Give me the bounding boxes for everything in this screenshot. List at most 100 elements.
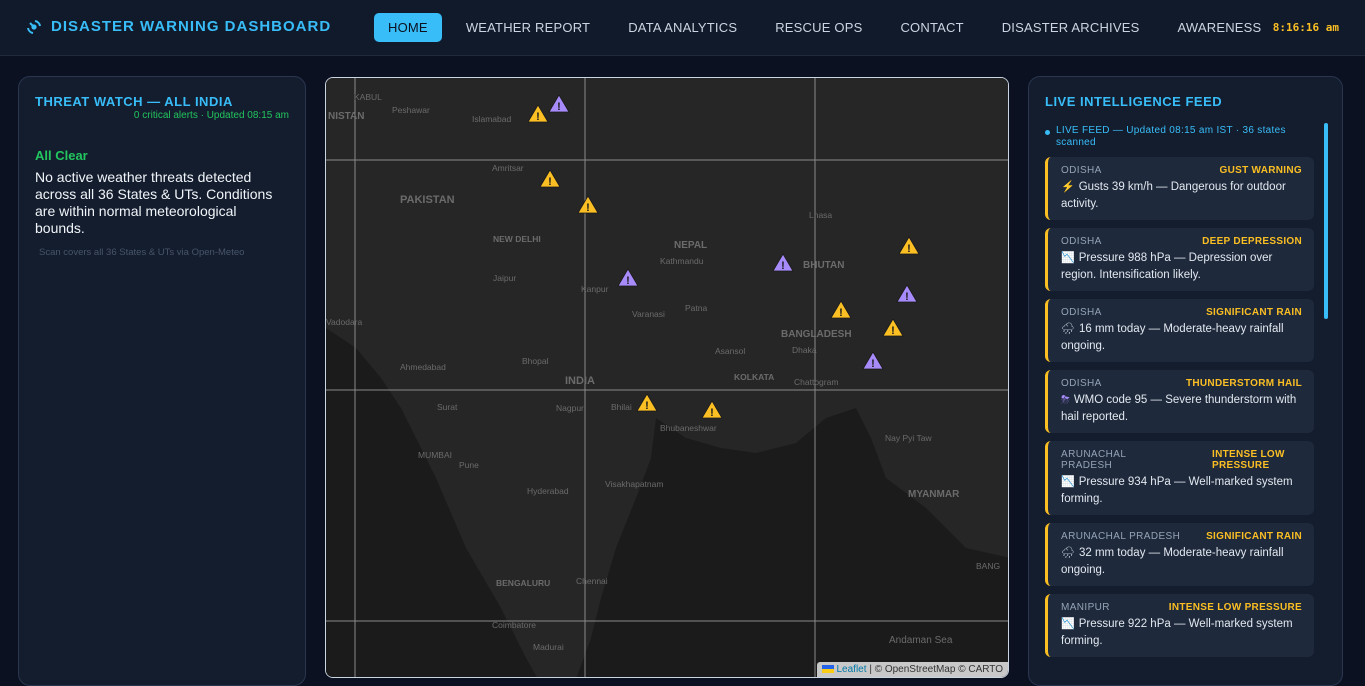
threat-watch-panel: THREAT WATCH — ALL INDIA 0 critical aler… [18, 76, 306, 686]
nav-rescue-ops[interactable]: RESCUE OPS [775, 13, 862, 42]
top-bar: DISASTER WARNING DASHBOARD HOME WEATHER … [0, 0, 1365, 56]
map-label: MYANMAR [908, 489, 960, 500]
svg-text:!: ! [781, 260, 785, 272]
feed-card[interactable]: ARUNACHAL PRADESH INTENSE LOW PRESSURE 📉 Pr… [1045, 441, 1314, 515]
live-status-text: LIVE FEED — Updated 08:15 am IST · 36 st… [1056, 125, 1286, 148]
map-canvas[interactable]: KABUL NISTAN Peshawar Islamabad Amritsar… [326, 78, 1009, 678]
feed-card-message-row: 🌧 16 mm today — Moderate-heavy rainfall o… [1061, 321, 1302, 355]
map-label: BANG [976, 561, 1000, 571]
map-label: Nagpur [556, 403, 584, 413]
leaflet-link[interactable]: Leaflet [837, 664, 867, 675]
satellite-icon [27, 19, 41, 34]
map-label: INDIA [565, 375, 595, 387]
feed-card-message-row: ⚡ Gusts 39 km/h — Dangerous for outdoor a… [1061, 179, 1302, 213]
feed-card-type: SIGNIFICANT RAIN [1206, 531, 1302, 542]
map-label: Peshawar [392, 105, 430, 115]
feed-card-message-row: 📉 Pressure 988 hPa — Depression over regi… [1061, 250, 1302, 284]
feed-card-header: MANIPUR INTENSE LOW PRESSURE [1061, 602, 1302, 613]
map-label: Kathmandu [660, 256, 704, 266]
feed-card-message: 32 mm today — Moderate-heavy rainfall on… [1061, 547, 1284, 576]
feed-card-message-row: 🌧 32 mm today — Moderate-heavy rainfall o… [1061, 545, 1302, 579]
feed-card[interactable]: ARUNACHAL PRADESH SIGNIFICANT RAIN 🌧 32 mm … [1045, 523, 1314, 586]
map-label: MUMBAI [418, 450, 452, 460]
map-label: Surat [437, 402, 458, 412]
dashboard-title: DISASTER WARNING DASHBOARD [51, 18, 332, 35]
feed-card-region: ODISHA [1061, 236, 1102, 247]
feed-card-region: ODISHA [1061, 165, 1102, 176]
map-label: NEW DELHI [493, 234, 541, 244]
svg-text:!: ! [548, 176, 552, 188]
svg-text:!: ! [871, 358, 875, 370]
live-status: LIVE FEED — Updated 08:15 am IST · 36 st… [1045, 125, 1326, 149]
alert-type-icon: 🌧 [1061, 547, 1075, 559]
alert-type-icon: 🌧 [1061, 323, 1075, 335]
svg-text:!: ! [907, 243, 911, 255]
live-dot-icon [1045, 130, 1050, 135]
nav-home[interactable]: HOME [374, 13, 442, 42]
map-label: Chattogram [794, 377, 838, 387]
map-label: Amritsar [492, 163, 524, 173]
clock: 8:16:16 am [1272, 21, 1339, 34]
nav-contact[interactable]: CONTACT [900, 13, 963, 42]
svg-text:!: ! [839, 307, 843, 319]
map-label: Ahmedabad [400, 362, 446, 372]
feed-scrollbar[interactable] [1324, 123, 1328, 319]
live-feed-title: LIVE INTELLIGENCE FEED [1045, 94, 1223, 109]
map-label: Jaipur [493, 273, 516, 283]
feed-card[interactable]: ODISHA THUNDERSTORM HAIL ⛈ WMO code 95 — Se… [1045, 370, 1314, 433]
map-label: Madurai [533, 642, 564, 652]
svg-text:!: ! [536, 111, 540, 123]
map-label: Lhasa [809, 210, 832, 220]
feed-card[interactable]: ODISHA GUST WARNING ⚡ Gusts 39 km/h — Dange… [1045, 157, 1314, 220]
attribution-text: | © OpenStreetMap © CARTO [869, 664, 1003, 675]
map-label: KOLKATA [734, 372, 774, 382]
map-label: Islamabad [472, 114, 511, 124]
feed-card[interactable]: ODISHA DEEP DEPRESSION 📉 Pressure 988 hPa —… [1045, 228, 1314, 291]
nav-data-analytics[interactable]: DATA ANALYTICS [628, 13, 737, 42]
alert-type-icon: ⚡ [1061, 181, 1075, 193]
map-attribution: Leaflet | © OpenStreetMap © CARTO [816, 662, 1008, 677]
svg-text:!: ! [710, 407, 714, 419]
feed-card-message: 16 mm today — Moderate-heavy rainfall on… [1061, 323, 1284, 352]
feed-card-region: ARUNACHAL PRADESH [1061, 449, 1126, 471]
map-label: Chennai [576, 576, 608, 586]
svg-text:!: ! [905, 291, 909, 303]
map-label: BHUTAN [803, 260, 844, 271]
map-label: Bhopal [522, 356, 549, 366]
feed-card-type: GUST WARNING [1219, 165, 1302, 176]
nav-weather-report[interactable]: WEATHER REPORT [466, 13, 590, 42]
brand[interactable]: DISASTER WARNING DASHBOARD [26, 18, 331, 35]
svg-text:!: ! [586, 202, 590, 214]
map-label: Vadodara [326, 317, 363, 327]
threat-watch-subtitle: 0 critical alerts · Updated 08:15 am [133, 110, 289, 121]
nav-awareness[interactable]: AWARENESS [1178, 13, 1262, 42]
feed-card-header: ARUNACHAL PRADESH INTENSE LOW PRESSURE [1061, 449, 1302, 471]
feed-card-region: MANIPUR [1061, 602, 1110, 613]
threat-map[interactable]: KABUL NISTAN Peshawar Islamabad Amritsar… [325, 77, 1009, 678]
map-label: Andaman Sea [889, 635, 953, 646]
map-label: PAKISTAN [400, 194, 455, 206]
feed-card-header: ODISHA SIGNIFICANT RAIN [1061, 307, 1302, 318]
map-label: Hyderabad [527, 486, 569, 496]
map-label: Bhubaneshwar [660, 423, 717, 433]
map-label: NISTAN [328, 111, 364, 122]
svg-text:!: ! [891, 325, 895, 337]
map-label: BENGALURU [496, 578, 550, 588]
feed-card-region: ODISHA [1061, 378, 1102, 389]
feed-card[interactable]: MANIPUR INTENSE LOW PRESSURE 📉 Pressure 922… [1045, 594, 1314, 657]
feed-card-type: INTENSE LOW PRESSURE [1168, 602, 1302, 613]
nav-disaster-archives[interactable]: DISASTER ARCHIVES [1002, 13, 1140, 42]
live-feed-panel: LIVE INTELLIGENCE FEED LIVE FEED — Updat… [1028, 76, 1343, 686]
feed-card-message-row: 📉 Pressure 922 hPa — Well-marked system f… [1061, 616, 1302, 650]
map-label: Nay Pyi Taw [885, 433, 932, 443]
feed-card-message-row: ⛈ WMO code 95 — Severe thunderstorm with … [1061, 392, 1302, 426]
alert-type-icon: 📉 [1061, 252, 1075, 264]
svg-text:!: ! [557, 101, 561, 113]
feed-card-type: THUNDERSTORM HAIL [1185, 378, 1302, 389]
svg-text:!: ! [645, 400, 649, 412]
feed-card-type: DEEP DEPRESSION [1202, 236, 1302, 247]
feed-card[interactable]: ODISHA SIGNIFICANT RAIN 🌧 16 mm today — Mod… [1045, 299, 1314, 362]
map-label: Visakhapatnam [605, 479, 663, 489]
feed-card-header: ODISHA DEEP DEPRESSION [1061, 236, 1302, 247]
feed-list: ODISHA GUST WARNING ⚡ Gusts 39 km/h — Dange… [1045, 157, 1314, 657]
